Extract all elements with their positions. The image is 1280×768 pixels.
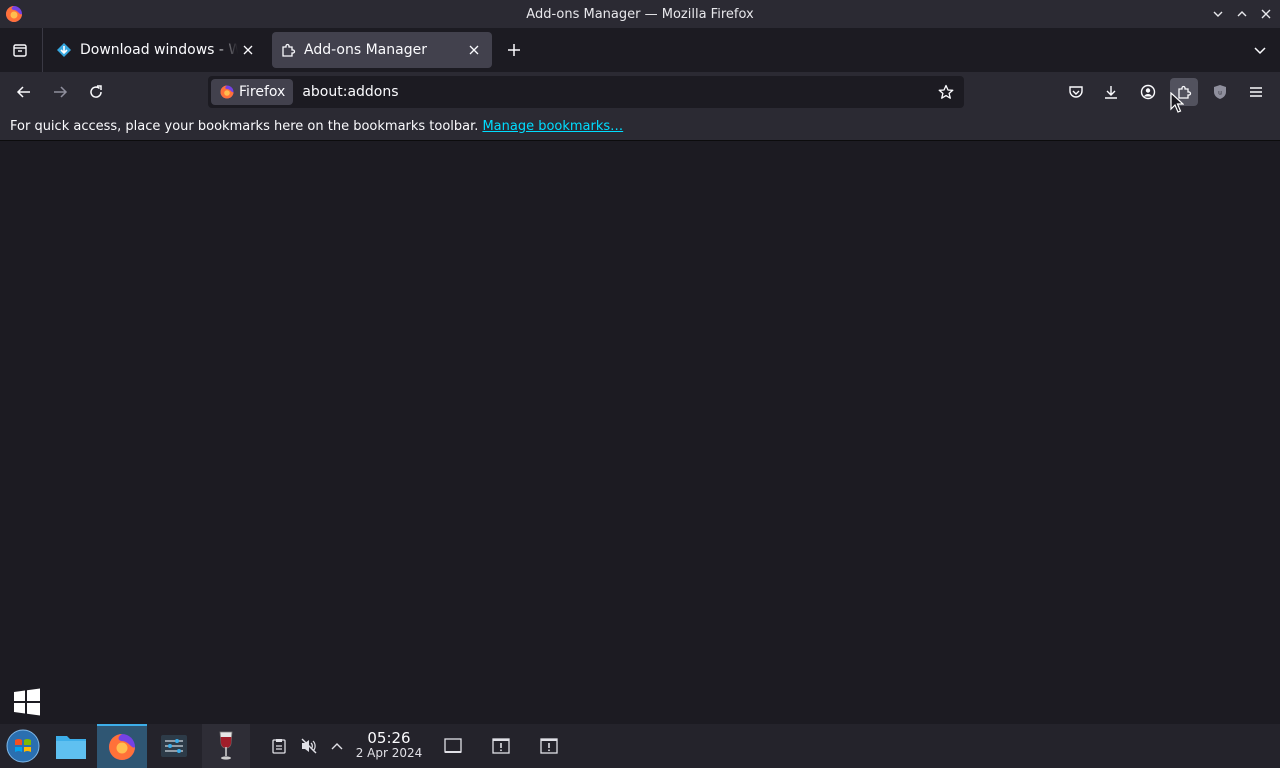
arrow-right-icon <box>54 86 68 98</box>
bookmarks-toolbar: For quick access, place your bookmarks h… <box>0 112 1280 141</box>
chevron-down-icon <box>1254 47 1266 55</box>
page-content <box>0 142 1280 724</box>
close-icon <box>469 45 479 55</box>
wine-button[interactable] <box>202 724 250 768</box>
account-button[interactable] <box>1134 78 1162 106</box>
close-icon <box>243 45 253 55</box>
desktop-icon <box>444 738 462 753</box>
puzzle-icon <box>280 42 296 58</box>
reload-button[interactable] <box>82 78 110 106</box>
ublock-origin-button[interactable]: u <box>1206 78 1234 106</box>
back-button[interactable] <box>10 78 38 106</box>
notification-alert-icon <box>492 738 510 754</box>
firefox-taskbar-button[interactable] <box>97 724 147 768</box>
clock-time: 05:26 <box>367 729 411 747</box>
bookmarks-empty-message: For quick access, place your bookmarks h… <box>10 118 479 134</box>
hamburger-menu-icon <box>1250 87 1262 97</box>
clock-date: 2 Apr 2024 <box>355 746 423 760</box>
firefox-icon <box>109 734 135 760</box>
minimize-button[interactable] <box>1208 4 1228 24</box>
navigation-toolbar: Firefox about:addons u <box>0 72 1280 112</box>
forward-button[interactable] <box>46 78 74 106</box>
clipboard-tray-button[interactable] <box>268 724 290 768</box>
identity-label: Firefox <box>239 84 286 100</box>
start-menu-icon <box>6 729 40 763</box>
taskbar: 05:26 2 Apr 2024 <box>0 724 1280 768</box>
tab-label: Download windows - Win <box>80 42 238 58</box>
arrow-left-icon <box>16 86 30 98</box>
close-tab-button[interactable] <box>464 40 484 60</box>
plus-icon <box>508 44 520 56</box>
tab-strip: Download windows - Win Add-ons Manager <box>0 28 1280 72</box>
firefox-app-icon <box>6 6 22 22</box>
firefox-view-icon <box>13 44 27 57</box>
notification-alert-icon <box>540 738 558 754</box>
notification-button-2[interactable] <box>536 724 562 768</box>
star-icon <box>938 84 954 99</box>
system-settings-icon <box>161 735 187 757</box>
tab-download-windows[interactable]: Download windows - Win <box>48 32 266 68</box>
mouse-cursor-icon <box>1170 92 1184 113</box>
download-icon <box>1105 86 1117 99</box>
close-window-button[interactable] <box>1256 4 1276 24</box>
system-settings-button[interactable] <box>150 724 198 768</box>
file-manager-button[interactable] <box>48 724 94 768</box>
tab-addons-manager[interactable]: Add-ons Manager <box>272 32 492 68</box>
shield-icon: u <box>1214 85 1226 99</box>
clock[interactable]: 05:26 2 Apr 2024 <box>350 730 428 760</box>
close-icon <box>1261 9 1271 19</box>
reload-icon <box>90 85 102 98</box>
maximize-button[interactable] <box>1232 4 1252 24</box>
file-manager-icon <box>56 736 86 759</box>
downloads-button[interactable] <box>1097 78 1125 106</box>
wine-icon <box>219 731 233 760</box>
chevron-up-icon <box>331 743 343 750</box>
clipboard-icon <box>272 739 286 754</box>
url-input[interactable]: about:addons <box>302 84 932 100</box>
svg-text:u: u <box>1218 90 1222 97</box>
windows-logo-icon <box>14 688 40 716</box>
pocket-icon <box>1069 86 1083 98</box>
window-title: Add-ons Manager — Mozilla Firefox <box>526 6 754 22</box>
window-titlebar: Add-ons Manager — Mozilla Firefox <box>0 0 1280 28</box>
firefox-view-button[interactable] <box>6 37 34 63</box>
identity-box[interactable]: Firefox <box>211 79 294 105</box>
notification-button-1[interactable] <box>488 724 514 768</box>
speaker-muted-icon <box>301 738 317 754</box>
show-hidden-icons-button[interactable] <box>327 724 347 768</box>
download-site-icon <box>56 42 72 58</box>
firefox-icon <box>220 85 234 99</box>
close-tab-button[interactable] <box>238 40 258 60</box>
bookmark-star-button[interactable] <box>932 78 960 106</box>
tab-label: Add-ons Manager <box>304 42 427 58</box>
chevron-down-icon <box>1213 11 1223 17</box>
list-all-tabs-button[interactable] <box>1250 38 1270 62</box>
new-tab-button[interactable] <box>502 38 526 62</box>
chevron-up-icon <box>1237 11 1247 17</box>
tab-separator <box>42 28 43 72</box>
volume-tray-button[interactable] <box>297 724 321 768</box>
manage-bookmarks-link[interactable]: Manage bookmarks… <box>482 119 623 134</box>
account-icon <box>1140 84 1156 100</box>
app-menu-button[interactable] <box>1242 78 1270 106</box>
pocket-button[interactable] <box>1062 78 1090 106</box>
url-bar[interactable]: Firefox about:addons <box>208 76 964 108</box>
start-menu-button[interactable] <box>0 724 46 768</box>
show-desktop-button[interactable] <box>440 724 466 768</box>
